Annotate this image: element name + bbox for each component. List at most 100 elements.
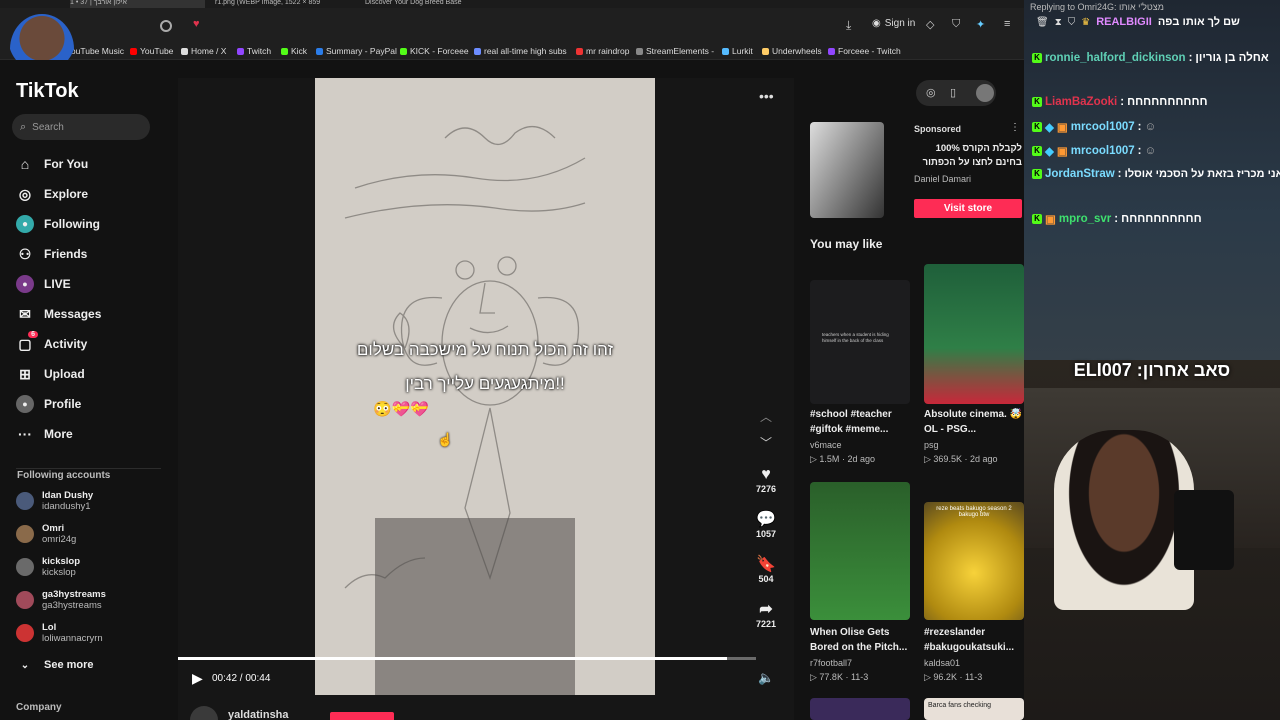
search-input[interactable]: Search	[32, 122, 64, 133]
browser-tab-strip: אילון אורבך | 37 • 1 r1.png (WEBP Image,…	[0, 0, 1024, 8]
bookmark-item[interactable]: YouTube Music	[66, 46, 124, 56]
nav-label: Upload	[44, 367, 85, 381]
recommendation-title[interactable]: #rezeslander #bakugoukatsuki...	[924, 625, 1024, 655]
chevron-down-icon: ⌄	[20, 659, 30, 671]
following-account[interactable]: kickslop kickslop	[16, 556, 80, 578]
site-info-icon[interactable]	[160, 20, 172, 32]
account-handle: omri24g	[42, 534, 77, 545]
paypal-icon	[316, 47, 323, 55]
browser-tab[interactable]: Discover Your Dog Breed Base	[365, 0, 495, 8]
author-name[interactable]: yaldatinsha	[228, 709, 289, 720]
extension-icon[interactable]: ✦	[976, 18, 985, 31]
recommendation-author[interactable]: psg	[924, 440, 939, 450]
shield-icon[interactable]: ⛉	[952, 18, 960, 31]
recommendation-title[interactable]: #school #teacher #giftok #meme...	[810, 407, 914, 437]
recommendation-thumbnail[interactable]: teachers when a student is hiding himsel…	[810, 280, 910, 404]
nav-messages[interactable]: ✉ Messages	[16, 305, 101, 323]
heart-icon: ♥	[761, 466, 771, 483]
user-avatar[interactable]	[976, 84, 994, 102]
recommendation-thumbnail[interactable]	[810, 698, 910, 720]
avatar	[16, 624, 34, 642]
company-link[interactable]: Company	[16, 702, 62, 713]
recommendation-thumbnail[interactable]: Barca fans checking	[924, 698, 1024, 720]
see-more-label: See more	[44, 659, 94, 671]
nav-activity[interactable]: ▢ 6 Activity	[16, 331, 87, 353]
bookmark-item[interactable]: StreamElements -	[636, 46, 714, 56]
nav-label: Explore	[44, 187, 89, 201]
sign-in-button[interactable]: ◉ Sign in	[872, 18, 915, 29]
progress-track[interactable]	[178, 657, 756, 660]
like-button[interactable]: ♥ 7276	[754, 466, 778, 494]
emote-icon: ☺	[1144, 121, 1157, 133]
bookmark-item[interactable]: Kick	[281, 46, 307, 56]
following-account[interactable]: Lol loliwannacryrn	[16, 622, 103, 644]
video-player[interactable]: זהו זה הכול תנוח על מישכבה בשלום מיתגעגע…	[315, 78, 655, 695]
twitch-icon	[828, 47, 835, 55]
bookmark-item[interactable]: real all-time high subs	[474, 46, 567, 56]
recommendation-thumbnail[interactable]	[810, 482, 910, 620]
recommendation-author[interactable]: r7football7	[810, 658, 852, 668]
sponsored-advertiser[interactable]: Daniel Damari	[914, 174, 971, 184]
browser-tab[interactable]: r1.png (WEBP Image, 1522 × 859	[215, 0, 355, 8]
messages-icon: ✉	[19, 305, 31, 322]
bookmark-item[interactable]: Home / X	[181, 46, 226, 56]
chat-top-row: 🗑 ⧗ ⛉ ♛ REALBIGII שם לך אותו בפה	[1036, 16, 1240, 28]
kick-badge-icon: K	[1032, 122, 1042, 132]
bookmark-item[interactable]: Lurkit	[722, 46, 753, 56]
nav-for-you[interactable]: ⌂ For You	[16, 155, 88, 173]
following-account[interactable]: ga3hystreams ga3hystreams	[16, 589, 106, 611]
menu-icon[interactable]: ≡	[1004, 18, 1010, 30]
recommendation-author[interactable]: v6mace	[810, 440, 842, 450]
play-icon[interactable]: ▶	[192, 670, 203, 687]
gem-icon: ◆	[1045, 146, 1054, 158]
nav-upload[interactable]: ⊞ Upload	[16, 365, 85, 383]
video-caption-line2: מיתגעגעים עלייך רבין!!	[405, 374, 565, 393]
sponsored-thumbnail[interactable]	[810, 122, 884, 218]
comment-button[interactable]: 💬 1057	[754, 511, 778, 539]
search-box[interactable]: ⌕ Search	[12, 114, 150, 140]
compass-icon[interactable]: ◎	[926, 86, 936, 99]
follow-button[interactable]	[330, 712, 394, 720]
save-button[interactable]: 🔖 504	[754, 556, 778, 584]
following-account[interactable]: Omri omri24g	[16, 523, 76, 545]
bookmark-item[interactable]: Underwheels	[762, 46, 822, 56]
chat-message: שם לך אותו בפה	[1157, 16, 1240, 28]
nav-explore[interactable]: ◎ Explore	[16, 185, 88, 203]
nav-profile[interactable]: ● Profile	[16, 395, 81, 413]
nav-following[interactable]: ● Following	[16, 215, 100, 233]
recommendation-title[interactable]: Absolute cinema. 🤯 OL - PSG...	[924, 407, 1024, 437]
recommendation-thumbnail[interactable]	[924, 264, 1024, 404]
visit-store-button[interactable]: Visit store	[914, 199, 1022, 218]
more-options-icon[interactable]: •••	[759, 88, 774, 104]
bookmark-label: real all-time high subs	[484, 46, 567, 56]
bookmark-item[interactable]: KICK - Forceee	[400, 46, 469, 56]
device-icon[interactable]: ▯	[950, 86, 956, 99]
recommendation-author[interactable]: kaldsa01	[924, 658, 960, 668]
volume-icon[interactable]: 🔈	[758, 670, 774, 686]
video-caption-line1: זהו זה הכול תנוח על מישכבה בשלום	[356, 340, 614, 359]
account-handle: loliwannacryrn	[42, 633, 103, 644]
nav-friends[interactable]: ⚇ Friends	[16, 245, 88, 263]
chevron-down-icon[interactable]: ﹀	[760, 434, 772, 451]
recommendation-thumbnail[interactable]: reze beats bakugo season 2 bakugo btw	[924, 502, 1024, 620]
share-button[interactable]: ➦ 7221	[754, 601, 778, 629]
bookmark-label: Lurkit	[732, 46, 753, 56]
tiktok-logo[interactable]: TikTok	[16, 80, 79, 103]
nav-more[interactable]: ··· More	[16, 425, 73, 443]
play-count-icon: ▷	[924, 454, 934, 464]
following-account[interactable]: Idan Dushy idandushy1	[16, 490, 93, 512]
bookmark-item[interactable]: Forceee - Twitch	[828, 46, 901, 56]
more-options-icon[interactable]: ⋮	[1010, 122, 1020, 133]
recommendation-title[interactable]: When Olise Gets Bored on the Pitch...	[810, 625, 914, 655]
bookmark-item[interactable]: YouTube	[130, 46, 173, 56]
bookmark-item[interactable]: mr raindrop	[576, 46, 629, 56]
download-icon[interactable]: ⤓	[846, 18, 851, 33]
see-more-button[interactable]: ⌄ See more	[16, 656, 94, 674]
nav-live[interactable]: ● LIVE	[16, 275, 71, 293]
post-age: 2d ago	[847, 454, 875, 464]
bookmark-item[interactable]: Twitch	[237, 46, 271, 56]
chevron-up-icon[interactable]: ︿	[760, 408, 772, 425]
bookmark-item[interactable]: Summary - PayPal	[316, 46, 397, 56]
browser-tab[interactable]: אילון אורבך | 37 • 1	[70, 0, 205, 8]
extensions-icon[interactable]: ◇	[926, 18, 934, 31]
